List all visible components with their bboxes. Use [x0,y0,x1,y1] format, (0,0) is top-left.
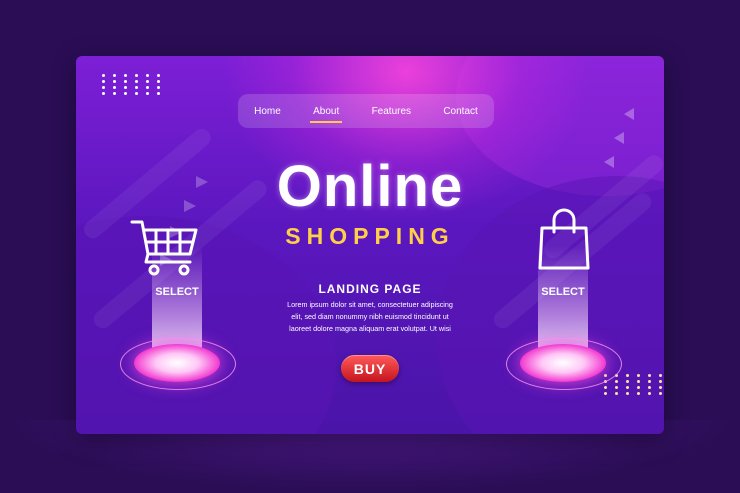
pedestal-glow [520,344,606,382]
nav-home-link[interactable]: Home [251,104,284,119]
description-line: elit, sed diam nonummy nibh euismod tinc… [291,312,449,321]
description-line: Lorem ipsum dolor sit amet, consectetuer… [287,300,453,309]
hero-description: Lorem ipsum dolor sit amet, consectetuer… [268,299,472,335]
nav-features-link[interactable]: Features [369,104,414,119]
description-line: laoreet dolore magna aliquam erat volutp… [289,324,451,333]
shopping-cart-icon[interactable] [130,218,202,278]
nav-contact-link[interactable]: Contact [440,104,480,119]
top-navigation: Home About Features Contact [238,94,494,128]
shopping-bag-icon[interactable] [536,206,592,272]
landing-page-frame: Home About Features Contact Online SHOPP… [76,56,664,434]
nav-about-link[interactable]: About [310,104,343,123]
select-bag-button[interactable]: SELECT [498,286,628,298]
pedestal-glow [134,344,220,382]
buy-button[interactable]: BUY [341,355,399,382]
select-cart-button[interactable]: SELECT [112,286,242,298]
dot-grid-decoration [102,74,165,95]
